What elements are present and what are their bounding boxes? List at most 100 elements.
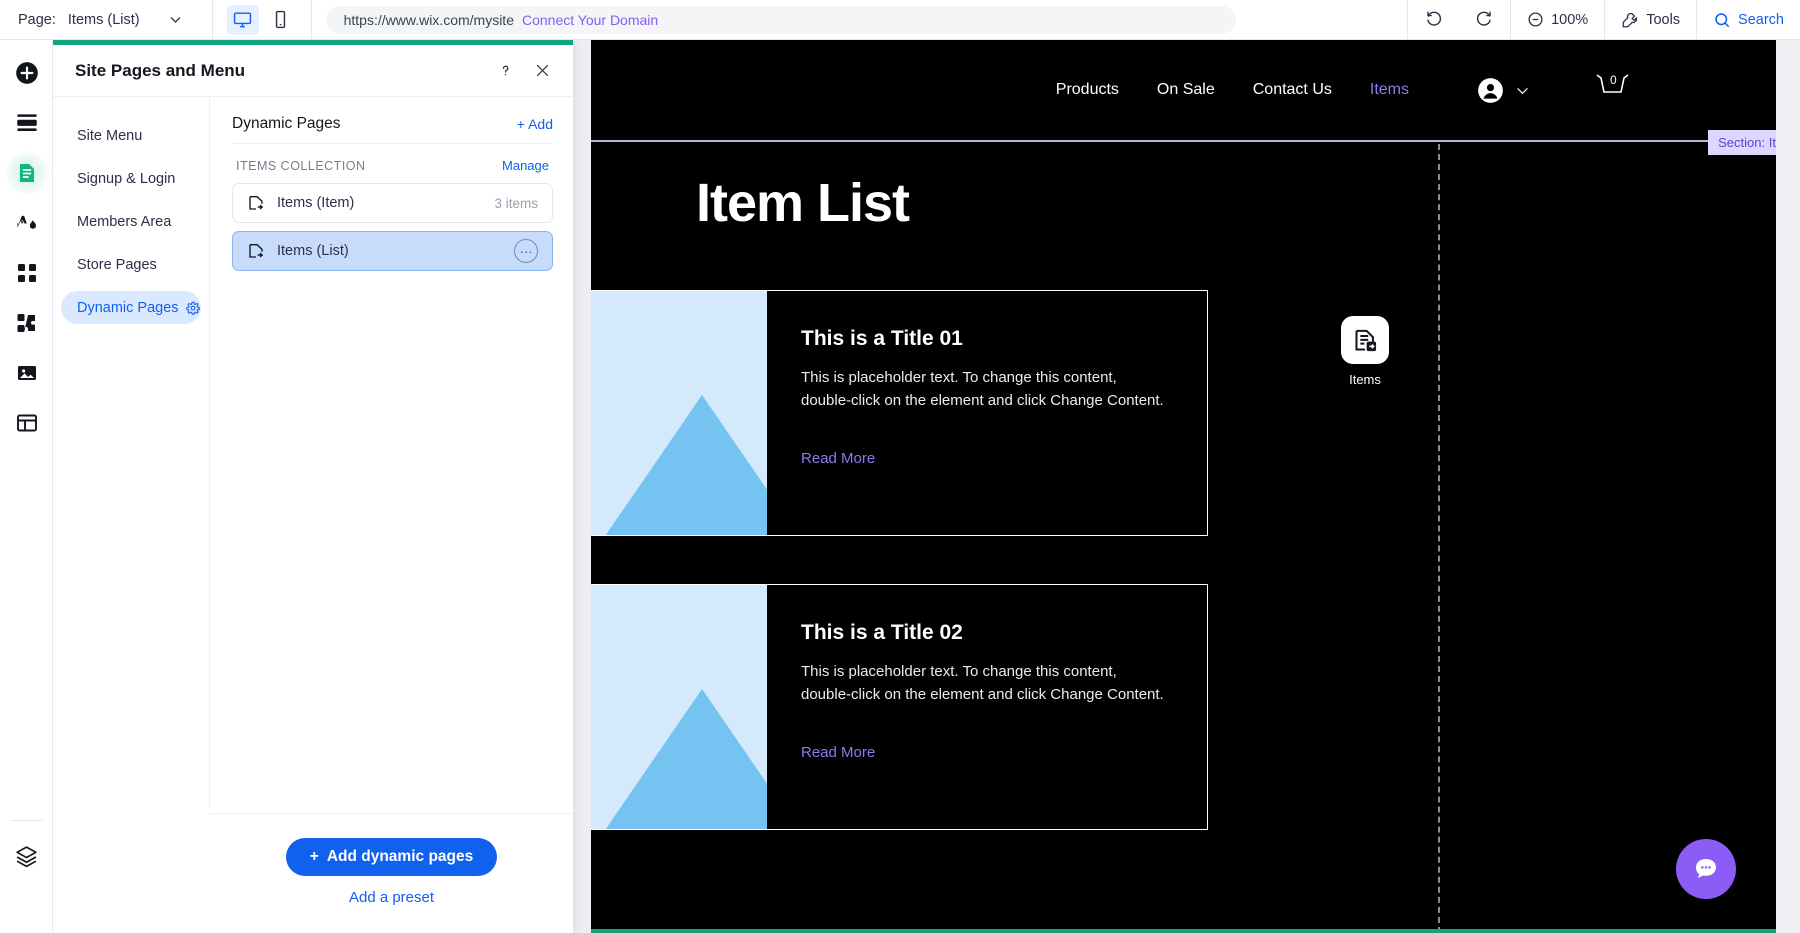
close-icon[interactable] <box>534 62 551 79</box>
nav-label: Site Menu <box>77 127 143 144</box>
dynamic-page-icon <box>247 242 265 260</box>
layout-guide-line <box>1438 144 1440 933</box>
redo-icon[interactable] <box>1459 0 1510 40</box>
account-menu[interactable] <box>1477 77 1531 104</box>
sidebar-item-site-design[interactable] <box>0 198 53 248</box>
top-toolbar-right: 100% Tools Search <box>1407 0 1800 40</box>
site-url: https://www.wix.com/mysite <box>343 11 514 28</box>
add-dynamic-pages-button[interactable]: + Add dynamic pages <box>285 838 498 876</box>
divider <box>232 143 553 144</box>
site-nav-items[interactable]: Items <box>1370 81 1409 99</box>
search-icon <box>1713 11 1731 29</box>
site-header: Products On Sale Contact Us Items 0 Sect… <box>591 40 1776 155</box>
panel-title: Site Pages and Menu <box>75 60 246 80</box>
sidebar-item-pages-and-menu[interactable] <box>0 148 53 198</box>
wix-editor-window: Page: Items (List) https://www.wix.com/m… <box>0 0 1800 933</box>
add-a-preset-link[interactable]: Add a preset <box>349 889 434 906</box>
cart-count: 0 <box>1610 73 1617 87</box>
page-label: Page: <box>18 11 56 28</box>
chevron-down-icon[interactable] <box>166 10 186 30</box>
collection-name: ITEMS COLLECTION <box>236 158 366 173</box>
sidebar-item-apps[interactable] <box>0 248 53 298</box>
more-options-icon[interactable]: ··· <box>514 239 538 263</box>
nav-label: Signup & Login <box>77 170 176 187</box>
gear-icon[interactable] <box>185 301 200 315</box>
editor-canvas[interactable]: Products On Sale Contact Us Items 0 Sect… <box>573 40 1800 933</box>
plus-circle-icon <box>15 62 38 84</box>
add-dynamic-pages-label: Add dynamic pages <box>326 848 474 865</box>
read-more-link[interactable]: Read More <box>801 450 875 467</box>
section-title: Dynamic Pages <box>232 115 341 132</box>
dynamic-page-icon <box>1341 316 1389 364</box>
nav-label: Store Pages <box>77 256 157 273</box>
item-title: This is a Title 02 <box>801 621 963 644</box>
list-item[interactable]: Items (Item) 3 items <box>232 183 553 223</box>
site-nav-on-sale[interactable]: On Sale <box>1157 81 1215 99</box>
canvas-right-gutter <box>1776 40 1800 933</box>
sidebar-item-plugins[interactable] <box>0 298 53 348</box>
sidebar-item-media[interactable] <box>0 348 53 398</box>
sidebar-item-site-menu[interactable]: Site Menu <box>61 119 201 152</box>
manage-collection-link[interactable]: Manage <box>502 158 549 173</box>
nav-label: Dynamic Pages <box>77 299 179 316</box>
device-switcher <box>213 4 311 35</box>
zoom-out-icon[interactable] <box>1527 11 1544 28</box>
sidebar-item-dynamic-pages[interactable]: Dynamic Pages <box>61 291 201 324</box>
user-avatar-icon <box>1477 77 1504 104</box>
canvas-bottom-accent <box>591 929 1776 933</box>
question-mark-icon[interactable] <box>497 62 514 79</box>
chevron-down-icon <box>1514 82 1531 99</box>
page-title: Item List <box>696 173 910 233</box>
plus-icon: + <box>309 848 319 865</box>
tools-label: Tools <box>1646 11 1681 28</box>
nav-label: Members Area <box>77 213 172 230</box>
undo-icon[interactable] <box>1408 0 1459 40</box>
mobile-icon[interactable] <box>265 5 297 35</box>
add-dynamic-page-link[interactable]: + Add <box>517 116 553 132</box>
sidebar-item-signup-login[interactable]: Signup & Login <box>61 162 201 195</box>
site-url-bar[interactable]: https://www.wix.com/mysite Connect Your … <box>325 5 1236 34</box>
sidebar-item-add-elements[interactable] <box>0 48 53 98</box>
item-description: This is placeholder text. To change this… <box>801 663 1164 703</box>
sidebar-item-members-area[interactable]: Members Area <box>61 205 201 238</box>
chat-bubble-icon[interactable] <box>1676 839 1736 899</box>
tools-button[interactable]: Tools <box>1605 0 1696 40</box>
site-pages-panel: Site Pages and Menu Site Menu Signup & L… <box>53 40 573 933</box>
search-label: Search <box>1738 11 1784 28</box>
mountain-placeholder-image <box>591 585 767 829</box>
read-more-link[interactable]: Read More <box>801 744 875 761</box>
site-preview[interactable]: Products On Sale Contact Us Items 0 Sect… <box>591 40 1776 933</box>
panel-body: Site Menu Signup & Login Members Area St… <box>53 97 573 808</box>
puzzle-icon <box>17 314 35 332</box>
item-title: This is a Title 01 <box>801 327 963 350</box>
zoom-level: 100% <box>1551 11 1589 28</box>
item-description: This is placeholder text. To change this… <box>801 369 1164 409</box>
list-item[interactable]: This is a Title 02 This is placeholder t… <box>591 584 1208 830</box>
sidebar-item-cms[interactable] <box>0 398 53 448</box>
sidebar-item-store-pages[interactable]: Store Pages <box>61 248 201 281</box>
zoom-control[interactable]: 100% <box>1511 0 1604 40</box>
sidebar-item-sections[interactable] <box>0 98 53 148</box>
header-boundary-line <box>591 140 1776 142</box>
mountain-placeholder-image <box>591 291 767 535</box>
dynamic-pages-section: Dynamic Pages + Add ITEMS COLLECTION Man… <box>210 97 573 808</box>
divider <box>310 0 312 40</box>
list-item[interactable]: This is a Title 01 This is placeholder t… <box>591 290 1208 536</box>
search-button[interactable]: Search <box>1697 0 1800 40</box>
page-document-icon <box>19 164 34 182</box>
list-item-label: Items (List) <box>277 243 349 259</box>
list-item-count: 3 items <box>494 195 538 211</box>
section-tooltip: Section: Items (List) <box>1708 130 1776 155</box>
current-page-name[interactable]: Items (List) <box>68 12 140 28</box>
dynamic-page-icon <box>247 194 265 212</box>
desktop-icon[interactable] <box>226 4 259 35</box>
site-nav-contact-us[interactable]: Contact Us <box>1253 81 1332 99</box>
connect-domain-link[interactable]: Connect Your Domain <box>522 12 658 28</box>
shopping-cart-icon[interactable]: 0 <box>1591 71 1631 110</box>
sidebar-item-layers[interactable] <box>0 831 53 881</box>
site-nav-products[interactable]: Products <box>1056 81 1119 99</box>
list-item[interactable]: Items (List) ··· <box>232 231 553 271</box>
apps-grid-icon <box>17 264 36 282</box>
dynamic-page-badge[interactable]: Items <box>1337 316 1393 387</box>
top-toolbar: Page: Items (List) https://www.wix.com/m… <box>0 0 1800 40</box>
